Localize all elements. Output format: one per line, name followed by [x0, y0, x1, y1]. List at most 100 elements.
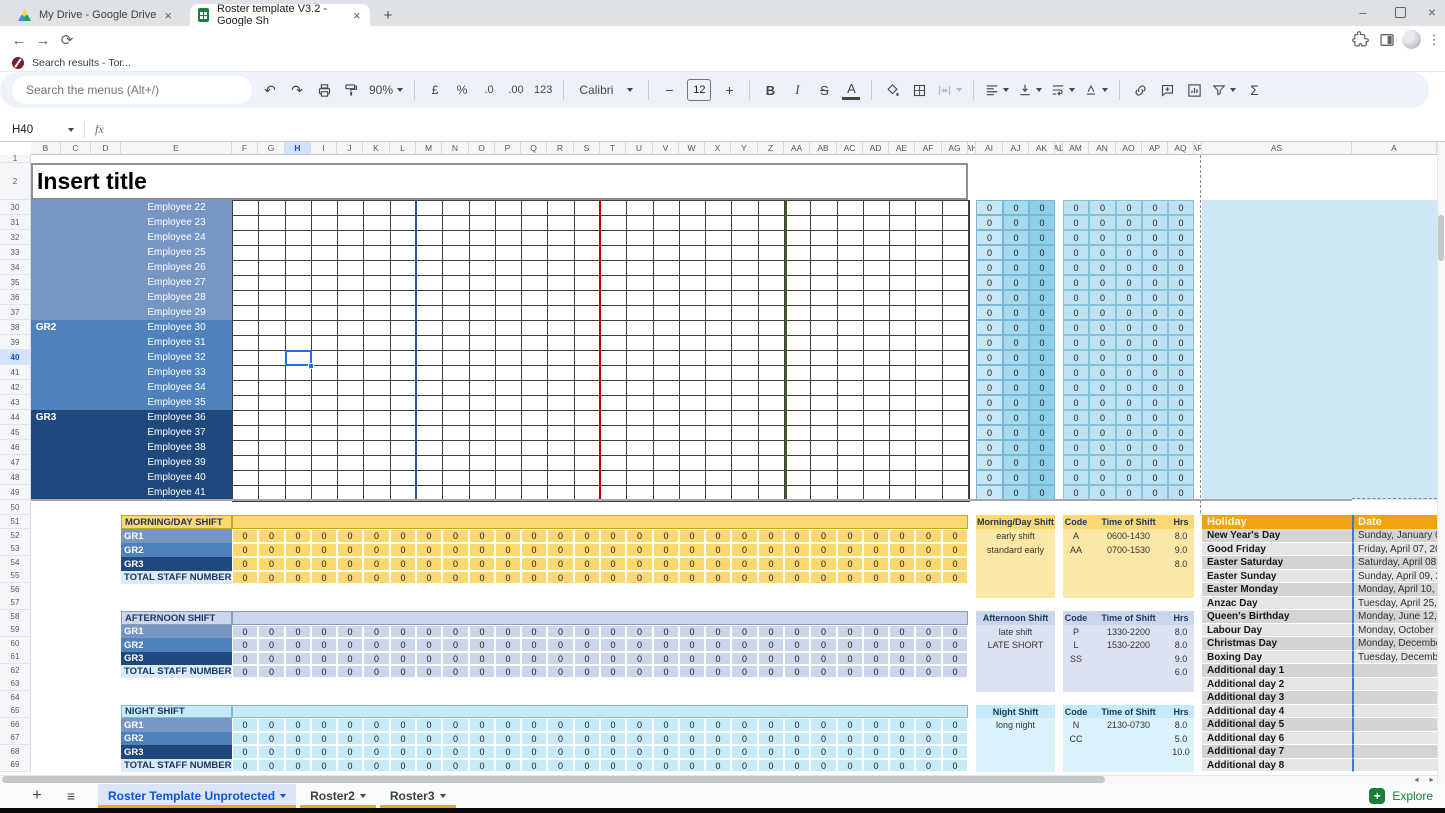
- side-count-cell[interactable]: 0: [1029, 335, 1055, 350]
- shift-count-cell[interactable]: 0: [232, 759, 258, 772]
- employee-name-cell[interactable]: Employee 24: [121, 230, 232, 245]
- grid-cell[interactable]: [654, 351, 680, 366]
- legend-cell[interactable]: AA: [1063, 543, 1089, 557]
- holiday-date-cell[interactable]: [1352, 705, 1437, 718]
- grid-cell[interactable]: [943, 261, 969, 276]
- grid-cell[interactable]: [732, 201, 758, 216]
- grid-cell[interactable]: [522, 336, 548, 351]
- grid-cell[interactable]: [522, 426, 548, 441]
- shift-count-cell[interactable]: 0: [258, 543, 285, 557]
- grid-cell[interactable]: [627, 411, 653, 426]
- shift-count-cell[interactable]: 0: [495, 625, 521, 638]
- side-count-cell[interactable]: 0: [1116, 200, 1142, 215]
- cell[interactable]: [91, 380, 121, 395]
- shift-count-cell[interactable]: 0: [416, 638, 442, 652]
- side-count-cell[interactable]: 0: [1142, 200, 1168, 215]
- shift-count-cell[interactable]: 0: [600, 652, 626, 665]
- grid-cell[interactable]: [601, 261, 627, 276]
- side-count-cell[interactable]: 0: [976, 200, 1003, 215]
- legend-cell[interactable]: 8.0: [1168, 638, 1194, 652]
- row-header[interactable]: 60: [0, 637, 31, 651]
- group-label-cell[interactable]: [31, 365, 61, 380]
- grid-cell[interactable]: [811, 321, 837, 336]
- group-label-cell[interactable]: [31, 425, 61, 440]
- shift-count-cell[interactable]: 0: [705, 745, 731, 759]
- column-header[interactable]: AN: [1089, 142, 1116, 155]
- shift-count-cell[interactable]: 0: [285, 625, 311, 638]
- grid-cell[interactable]: [654, 471, 680, 486]
- grid-cell[interactable]: [496, 456, 522, 471]
- grid-cell[interactable]: [312, 471, 338, 486]
- column-header[interactable]: W: [679, 142, 705, 155]
- legend-cell[interactable]: [1063, 557, 1089, 571]
- legend-cell[interactable]: [976, 584, 1055, 598]
- grid-cell[interactable]: [864, 411, 890, 426]
- shift-count-cell[interactable]: 0: [731, 718, 758, 732]
- grid-cell[interactable]: [233, 381, 259, 396]
- grid-cell[interactable]: [470, 216, 496, 231]
- grid-cell[interactable]: [470, 411, 496, 426]
- grid-cell[interactable]: [496, 321, 522, 336]
- grid-cell[interactable]: [838, 456, 864, 471]
- side-count-cell[interactable]: 0: [1029, 485, 1055, 500]
- currency-format-button[interactable]: £: [426, 78, 444, 102]
- side-count-cell[interactable]: 0: [1089, 275, 1116, 290]
- grid-cell[interactable]: [916, 456, 942, 471]
- grid-cell[interactable]: [943, 471, 969, 486]
- grid-cell[interactable]: [417, 291, 443, 306]
- column-header[interactable]: A: [1352, 142, 1437, 155]
- legend-header-cell[interactable]: Time of Shift: [1089, 515, 1168, 529]
- shift-count-cell[interactable]: 0: [416, 571, 442, 584]
- shift-count-cell[interactable]: 0: [258, 745, 285, 759]
- grid-cell[interactable]: [338, 456, 364, 471]
- grid-cell[interactable]: [890, 231, 916, 246]
- grid-cell[interactable]: [522, 246, 548, 261]
- side-count-cell[interactable]: 0: [976, 365, 1003, 380]
- side-count-cell[interactable]: 0: [976, 380, 1003, 395]
- grid-cell[interactable]: [654, 261, 680, 276]
- grid-cell[interactable]: [391, 351, 417, 366]
- shift-count-cell[interactable]: 0: [810, 759, 837, 772]
- grid-cell[interactable]: [759, 396, 785, 411]
- side-count-cell[interactable]: 0: [1089, 215, 1116, 230]
- grid-cell[interactable]: [548, 351, 574, 366]
- grid-cell[interactable]: [391, 396, 417, 411]
- text-rotation-button[interactable]: [1084, 78, 1108, 102]
- side-count-cell[interactable]: 0: [1116, 245, 1142, 260]
- grid-cell[interactable]: [391, 231, 417, 246]
- add-sheet-button[interactable]: +: [24, 784, 50, 808]
- grid-cell[interactable]: [890, 201, 916, 216]
- row-header[interactable]: 58: [0, 610, 31, 624]
- grid-cell[interactable]: [575, 291, 601, 306]
- shift-count-cell[interactable]: 0: [784, 625, 810, 638]
- grid-cell[interactable]: [916, 336, 942, 351]
- side-count-cell[interactable]: 0: [1116, 410, 1142, 425]
- grid-cell[interactable]: [443, 306, 469, 321]
- side-count-cell[interactable]: 0: [1116, 260, 1142, 275]
- holiday-date-cell[interactable]: [1352, 664, 1437, 678]
- grid-cell[interactable]: [890, 366, 916, 381]
- grid-cell[interactable]: [838, 231, 864, 246]
- grid-cell[interactable]: [706, 336, 732, 351]
- shift-count-cell[interactable]: 0: [521, 745, 547, 759]
- side-count-cell[interactable]: 0: [1142, 425, 1168, 440]
- grid-cell[interactable]: [759, 411, 785, 426]
- shift-count-cell[interactable]: 0: [311, 652, 337, 665]
- grid-cell[interactable]: [627, 336, 653, 351]
- grid-cell[interactable]: [654, 201, 680, 216]
- holiday-date-cell[interactable]: [1352, 691, 1437, 705]
- holiday-date-cell[interactable]: Sunday, January 01: [1352, 529, 1437, 543]
- side-count-cell[interactable]: 0: [1063, 200, 1089, 215]
- shift-count-cell[interactable]: 0: [758, 665, 784, 678]
- shift-count-cell[interactable]: 0: [311, 571, 337, 584]
- grid-cell[interactable]: [391, 411, 417, 426]
- column-header[interactable]: B: [31, 142, 61, 155]
- shift-count-cell[interactable]: 0: [521, 557, 547, 571]
- grid-cell[interactable]: [522, 381, 548, 396]
- shift-count-cell[interactable]: 0: [810, 718, 837, 732]
- grid-cell[interactable]: [890, 336, 916, 351]
- grid-cell[interactable]: [601, 306, 627, 321]
- shift-count-cell[interactable]: 0: [758, 557, 784, 571]
- grid-cell[interactable]: [470, 426, 496, 441]
- shift-count-cell[interactable]: 0: [574, 652, 600, 665]
